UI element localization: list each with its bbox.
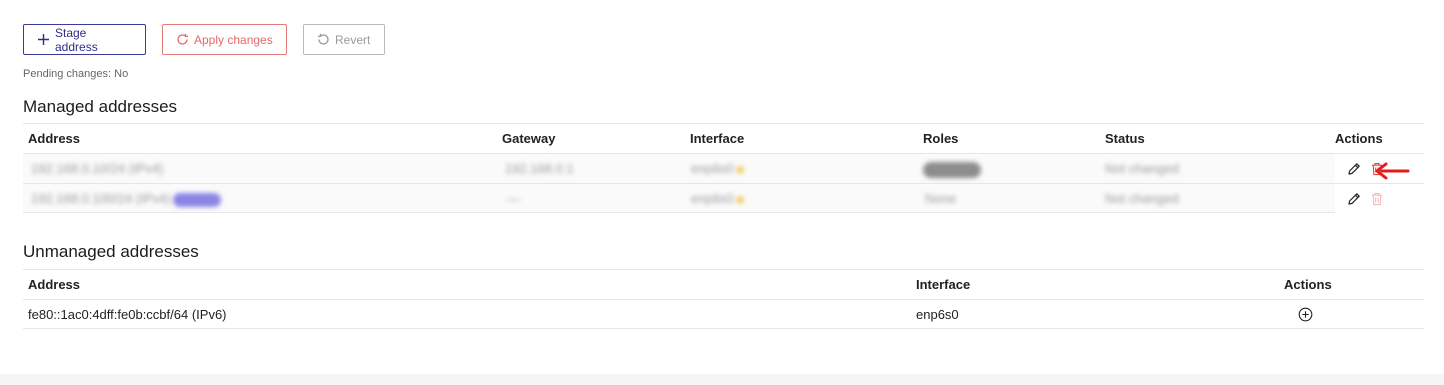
arrow-left-icon bbox=[1374, 162, 1410, 185]
apply-changes-label: Apply changes bbox=[194, 32, 273, 47]
role-badge bbox=[923, 161, 981, 178]
address-value: 192.168.0.100/24 (IPv4) bbox=[31, 191, 171, 206]
revert-button[interactable]: Revert bbox=[303, 24, 385, 55]
column-header-roles: Roles bbox=[923, 131, 959, 146]
address-cell: 192.168.0.10/24 (IPv4) bbox=[31, 161, 164, 176]
table-row: 192.168.0.10/24 (IPv4) 192.168.0.1 enp6s… bbox=[23, 153, 1424, 183]
toolbar: Stage address Apply changes Revert bbox=[23, 24, 385, 55]
table-header-row: Address Interface Actions bbox=[23, 269, 1424, 299]
address-tag bbox=[172, 192, 221, 207]
status-cell: Not changed bbox=[1105, 161, 1179, 176]
address-cell: fe80::1ac0:4dff:fe0b:ccbf/64 (IPv6) bbox=[28, 307, 227, 322]
unmanaged-addresses-table: Address Interface Actions fe80::1ac0:4df… bbox=[23, 269, 1424, 329]
page: Stage address Apply changes Revert Pendi… bbox=[0, 0, 1444, 385]
column-header-actions: Actions bbox=[1284, 277, 1332, 292]
interface-cell: enp6s0 bbox=[916, 307, 959, 322]
row-actions bbox=[1297, 300, 1314, 329]
column-header-status: Status bbox=[1105, 131, 1145, 146]
roles-cell bbox=[923, 154, 981, 183]
managed-addresses-table: Address Gateway Interface Roles Status A… bbox=[23, 123, 1424, 213]
undo-icon bbox=[317, 33, 330, 46]
roles-cell: None bbox=[925, 191, 957, 206]
interface-value: enp6s0 bbox=[691, 161, 734, 176]
interface-status-dot bbox=[735, 195, 744, 204]
address-cell: 192.168.0.100/24 (IPv4) bbox=[31, 184, 221, 213]
interface-status-dot bbox=[735, 165, 744, 174]
gateway-cell: — bbox=[507, 191, 520, 206]
stage-address-button[interactable]: Stage address bbox=[23, 24, 146, 55]
column-header-interface: Interface bbox=[916, 277, 971, 292]
column-header-actions: Actions bbox=[1335, 131, 1383, 146]
row-actions bbox=[1335, 184, 1424, 213]
trash-icon[interactable] bbox=[1368, 190, 1385, 207]
stage-address-label: Stage address bbox=[55, 25, 98, 54]
add-circle-icon[interactable] bbox=[1297, 306, 1314, 323]
table-row: fe80::1ac0:4dff:fe0b:ccbf/64 (IPv6) enp6… bbox=[23, 299, 1424, 329]
pending-changes-status: Pending changes: No bbox=[23, 68, 129, 80]
column-header-gateway: Gateway bbox=[502, 131, 556, 146]
interface-cell: enp6s0 bbox=[691, 154, 744, 183]
column-header-interface: Interface bbox=[690, 131, 745, 146]
interface-value: enp6s0 bbox=[691, 191, 734, 206]
column-header-address: Address bbox=[28, 277, 81, 292]
interface-cell: enp6s0 bbox=[691, 184, 744, 213]
unmanaged-addresses-title: Unmanaged addresses bbox=[23, 242, 199, 261]
gateway-cell: 192.168.0.1 bbox=[505, 161, 574, 176]
revert-label: Revert bbox=[335, 32, 371, 47]
table-row: 192.168.0.100/24 (IPv4) — enp6s0 None No… bbox=[23, 183, 1424, 213]
table-header-row: Address Gateway Interface Roles Status A… bbox=[23, 123, 1424, 153]
footer-band bbox=[0, 374, 1444, 385]
column-header-address: Address bbox=[28, 131, 81, 146]
managed-addresses-title: Managed addresses bbox=[23, 97, 178, 116]
status-cell: Not changed bbox=[1105, 191, 1179, 206]
refresh-icon bbox=[176, 33, 189, 46]
apply-changes-button[interactable]: Apply changes bbox=[162, 24, 287, 55]
pencil-icon[interactable] bbox=[1345, 190, 1362, 207]
pencil-icon[interactable] bbox=[1345, 160, 1362, 177]
plus-icon bbox=[37, 33, 50, 46]
